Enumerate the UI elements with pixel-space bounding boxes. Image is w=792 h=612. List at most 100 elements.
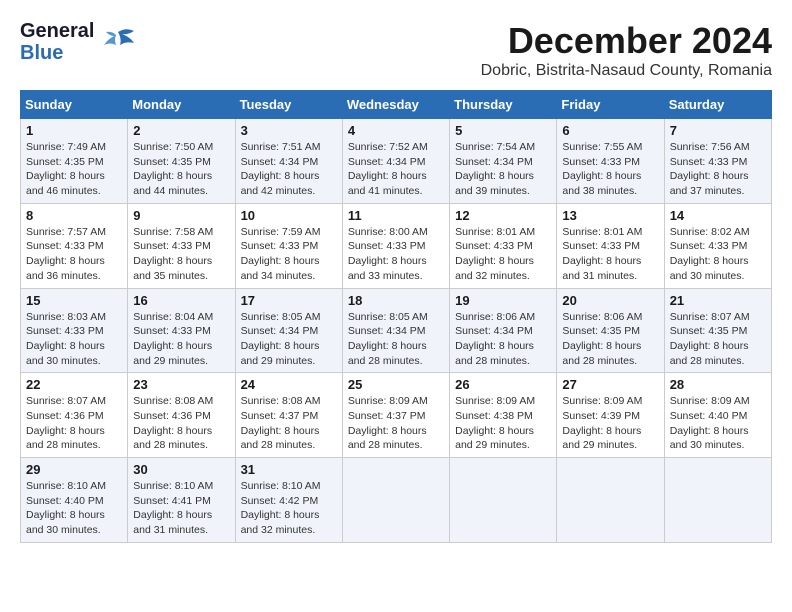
calendar-cell: 19Sunrise: 8:06 AM Sunset: 4:34 PM Dayli… — [450, 288, 557, 373]
day-info: Sunrise: 8:01 AM Sunset: 4:33 PM Dayligh… — [562, 225, 658, 284]
logo-general: General — [20, 20, 94, 42]
calendar-cell: 27Sunrise: 8:09 AM Sunset: 4:39 PM Dayli… — [557, 373, 664, 458]
calendar-cell: 20Sunrise: 8:06 AM Sunset: 4:35 PM Dayli… — [557, 288, 664, 373]
day-info: Sunrise: 8:10 AM Sunset: 4:42 PM Dayligh… — [241, 479, 337, 538]
weekday-header-sunday: Sunday — [21, 91, 128, 119]
weekday-header-wednesday: Wednesday — [342, 91, 449, 119]
day-number: 18 — [348, 293, 444, 308]
calendar-cell: 29 Sunrise: 8:10 AM Sunset: 4:40 PM Dayli… — [21, 458, 128, 543]
day-info: Sunrise: 8:06 AM Sunset: 4:34 PM Dayligh… — [455, 310, 551, 369]
day-info: Sunrise: 8:05 AM Sunset: 4:34 PM Dayligh… — [241, 310, 337, 369]
calendar-cell: 21 Sunrise: 8:07 AM Sunset: 4:35 PM Dayli… — [664, 288, 771, 373]
day-number: 29 — [26, 462, 122, 477]
day-number: 16 — [133, 293, 229, 308]
day-info: Sunrise: 7:50 AM Sunset: 4:35 PM Dayligh… — [133, 140, 229, 199]
day-info: Sunrise: 7:49 AM Sunset: 4:35 PM Dayligh… — [26, 140, 122, 199]
day-info: Sunrise: 8:09 AM Sunset: 4:38 PM Dayligh… — [455, 394, 551, 453]
day-number: 2 — [133, 123, 229, 138]
calendar-header: SundayMondayTuesdayWednesdayThursdayFrid… — [21, 91, 772, 119]
day-number: 5 — [455, 123, 551, 138]
day-number: 10 — [241, 208, 337, 223]
calendar-cell: 28Sunrise: 8:09 AM Sunset: 4:40 PM Dayli… — [664, 373, 771, 458]
weekday-header-saturday: Saturday — [664, 91, 771, 119]
calendar-cell: 15Sunrise: 8:03 AM Sunset: 4:33 PM Dayli… — [21, 288, 128, 373]
day-number: 17 — [241, 293, 337, 308]
day-info: Sunrise: 8:09 AM Sunset: 4:37 PM Dayligh… — [348, 394, 444, 453]
calendar-week-row: 1 Sunrise: 7:49 AM Sunset: 4:35 PM Daylig… — [21, 119, 772, 204]
day-number: 12 — [455, 208, 551, 223]
logo-bird-icon — [98, 27, 136, 57]
day-info: Sunrise: 8:10 AM Sunset: 4:40 PM Dayligh… — [26, 479, 122, 538]
calendar-table: SundayMondayTuesdayWednesdayThursdayFrid… — [20, 90, 772, 543]
calendar-cell: 5Sunrise: 7:54 AM Sunset: 4:34 PM Daylig… — [450, 119, 557, 204]
calendar-cell: 14 Sunrise: 8:02 AM Sunset: 4:33 PM Dayli… — [664, 203, 771, 288]
calendar-cell: 11Sunrise: 8:00 AM Sunset: 4:33 PM Dayli… — [342, 203, 449, 288]
calendar-cell: 17 Sunrise: 8:05 AM Sunset: 4:34 PM Dayli… — [235, 288, 342, 373]
day-info: Sunrise: 8:01 AM Sunset: 4:33 PM Dayligh… — [455, 225, 551, 284]
day-info: Sunrise: 7:52 AM Sunset: 4:34 PM Dayligh… — [348, 140, 444, 199]
calendar-week-row: 15Sunrise: 8:03 AM Sunset: 4:33 PM Dayli… — [21, 288, 772, 373]
day-info: Sunrise: 8:02 AM Sunset: 4:33 PM Dayligh… — [670, 225, 766, 284]
calendar-cell: 2 Sunrise: 7:50 AM Sunset: 4:35 PM Daylig… — [128, 119, 235, 204]
day-number: 7 — [670, 123, 766, 138]
day-number: 13 — [562, 208, 658, 223]
day-info: Sunrise: 8:00 AM Sunset: 4:33 PM Dayligh… — [348, 225, 444, 284]
calendar-cell: 22 Sunrise: 8:07 AM Sunset: 4:36 PM Dayli… — [21, 373, 128, 458]
day-number: 21 — [670, 293, 766, 308]
calendar-cell — [557, 458, 664, 543]
day-info: Sunrise: 8:10 AM Sunset: 4:41 PM Dayligh… — [133, 479, 229, 538]
day-info: Sunrise: 8:08 AM Sunset: 4:36 PM Dayligh… — [133, 394, 229, 453]
calendar-cell: 1 Sunrise: 7:49 AM Sunset: 4:35 PM Daylig… — [21, 119, 128, 204]
calendar-cell: 3 Sunrise: 7:51 AM Sunset: 4:34 PM Daylig… — [235, 119, 342, 204]
day-number: 3 — [241, 123, 337, 138]
calendar-cell: 4 Sunrise: 7:52 AM Sunset: 4:34 PM Daylig… — [342, 119, 449, 204]
day-number: 1 — [26, 123, 122, 138]
calendar-week-row: 29 Sunrise: 8:10 AM Sunset: 4:40 PM Dayli… — [21, 458, 772, 543]
calendar-cell — [450, 458, 557, 543]
day-number: 14 — [670, 208, 766, 223]
calendar-cell: 26 Sunrise: 8:09 AM Sunset: 4:38 PM Dayli… — [450, 373, 557, 458]
calendar-cell: 8 Sunrise: 7:57 AM Sunset: 4:33 PM Daylig… — [21, 203, 128, 288]
weekday-header-thursday: Thursday — [450, 91, 557, 119]
day-info: Sunrise: 7:51 AM Sunset: 4:34 PM Dayligh… — [241, 140, 337, 199]
day-number: 26 — [455, 377, 551, 392]
day-info: Sunrise: 7:58 AM Sunset: 4:33 PM Dayligh… — [133, 225, 229, 284]
calendar-cell: 10Sunrise: 7:59 AM Sunset: 4:33 PM Dayli… — [235, 203, 342, 288]
day-number: 30 — [133, 462, 229, 477]
calendar-cell: 23Sunrise: 8:08 AM Sunset: 4:36 PM Dayli… — [128, 373, 235, 458]
day-number: 22 — [26, 377, 122, 392]
day-number: 6 — [562, 123, 658, 138]
day-info: Sunrise: 7:57 AM Sunset: 4:33 PM Dayligh… — [26, 225, 122, 284]
weekday-header-monday: Monday — [128, 91, 235, 119]
calendar-cell: 12 Sunrise: 8:01 AM Sunset: 4:33 PM Dayli… — [450, 203, 557, 288]
day-number: 8 — [26, 208, 122, 223]
calendar-cell — [342, 458, 449, 543]
calendar-cell: 25Sunrise: 8:09 AM Sunset: 4:37 PM Dayli… — [342, 373, 449, 458]
calendar-cell: 6 Sunrise: 7:55 AM Sunset: 4:33 PM Daylig… — [557, 119, 664, 204]
day-info: Sunrise: 8:03 AM Sunset: 4:33 PM Dayligh… — [26, 310, 122, 369]
calendar-week-row: 22 Sunrise: 8:07 AM Sunset: 4:36 PM Dayli… — [21, 373, 772, 458]
calendar-cell: 16 Sunrise: 8:04 AM Sunset: 4:33 PM Dayli… — [128, 288, 235, 373]
day-number: 20 — [562, 293, 658, 308]
day-number: 4 — [348, 123, 444, 138]
location-title: Dobric, Bistrita-Nasaud County, Romania — [481, 62, 772, 80]
calendar-cell: 31Sunrise: 8:10 AM Sunset: 4:42 PM Dayli… — [235, 458, 342, 543]
day-number: 28 — [670, 377, 766, 392]
weekday-header-row: SundayMondayTuesdayWednesdayThursdayFrid… — [21, 91, 772, 119]
calendar-cell — [664, 458, 771, 543]
day-info: Sunrise: 8:09 AM Sunset: 4:39 PM Dayligh… — [562, 394, 658, 453]
title-area: December 2024 Dobric, Bistrita-Nasaud Co… — [481, 20, 772, 80]
day-number: 9 — [133, 208, 229, 223]
day-info: Sunrise: 8:07 AM Sunset: 4:36 PM Dayligh… — [26, 394, 122, 453]
day-info: Sunrise: 7:55 AM Sunset: 4:33 PM Dayligh… — [562, 140, 658, 199]
page-header: General Blue December 2024 Dobric, Bistr… — [20, 20, 772, 80]
calendar-cell: 18Sunrise: 8:05 AM Sunset: 4:34 PM Dayli… — [342, 288, 449, 373]
logo: General Blue — [20, 20, 136, 64]
day-number: 24 — [241, 377, 337, 392]
weekday-header-tuesday: Tuesday — [235, 91, 342, 119]
day-info: Sunrise: 8:04 AM Sunset: 4:33 PM Dayligh… — [133, 310, 229, 369]
calendar-cell: 30 Sunrise: 8:10 AM Sunset: 4:41 PM Dayli… — [128, 458, 235, 543]
day-info: Sunrise: 8:07 AM Sunset: 4:35 PM Dayligh… — [670, 310, 766, 369]
logo-blue: Blue — [20, 42, 94, 64]
calendar-body: 1 Sunrise: 7:49 AM Sunset: 4:35 PM Daylig… — [21, 119, 772, 543]
